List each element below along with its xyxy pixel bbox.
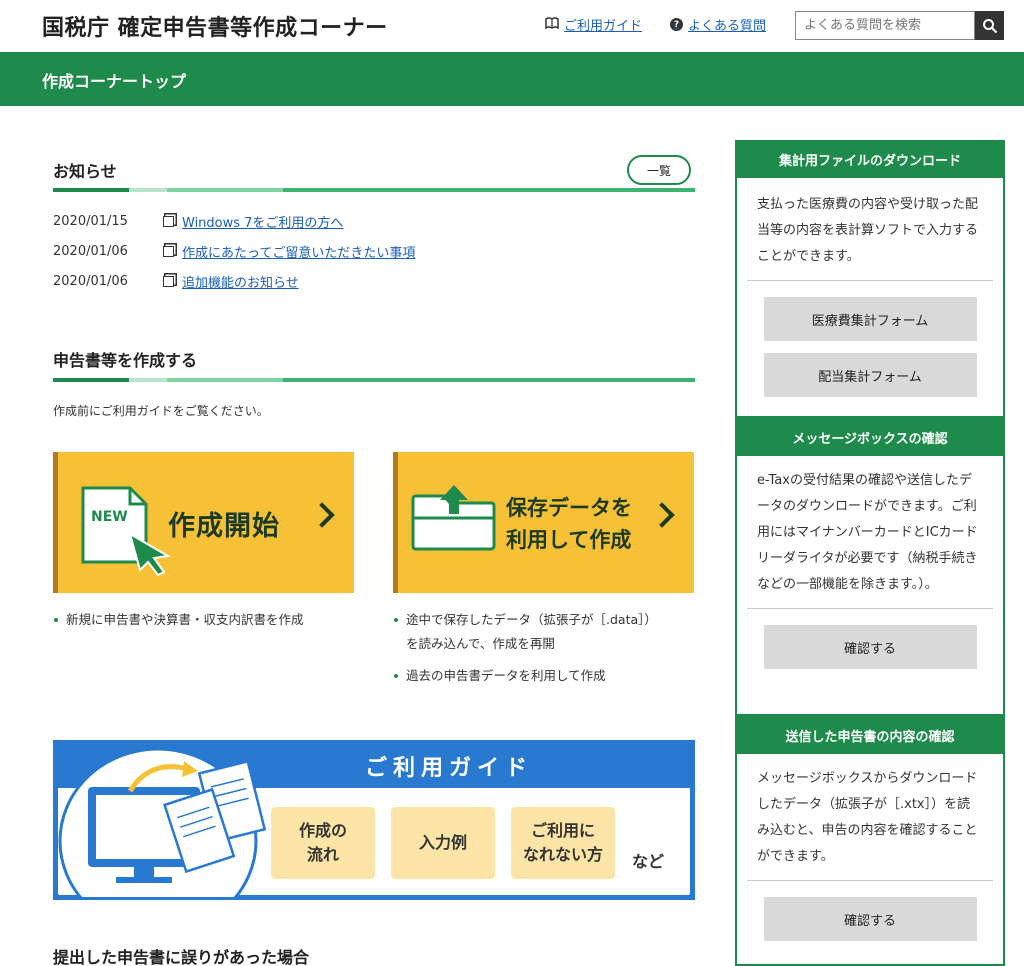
site-title: 国税庁 確定申告書等作成コーナー	[42, 16, 388, 41]
faq-link-label[interactable]: よくある質問	[688, 15, 766, 34]
saved-data-label-2: 利用して作成	[506, 528, 632, 552]
guide-tile-label: 作成の	[298, 821, 347, 840]
chevron-right-icon	[309, 502, 335, 528]
saved-bullet: 途中で保存したデータ（拡張子が［.data］）	[394, 608, 657, 632]
saved-bullet: 過去の申告書データを利用して作成	[394, 664, 606, 688]
guide-tile-flow[interactable]: 作成の 流れ	[271, 807, 375, 879]
news-link[interactable]: Windows 7をご利用の方へ	[182, 212, 343, 231]
sidebar-download-text: 支払った医療費の内容や受け取った配当等の内容を表計算ソフトで入力することができま…	[757, 197, 979, 264]
monitor-documents-icon	[58, 747, 267, 897]
section-rule	[53, 378, 695, 382]
sidebar-sent-title: 送信した申告書の内容の確認	[737, 716, 1003, 754]
create-title: 申告書等を作成する	[53, 351, 198, 370]
folder-upload-icon	[411, 485, 496, 551]
book-icon	[545, 17, 559, 32]
section-rule	[53, 188, 695, 192]
news-link[interactable]: 追加機能のお知らせ	[182, 272, 299, 291]
document-icon	[163, 246, 174, 257]
news-title: お知らせ	[53, 162, 117, 181]
create-intro: 作成前にご利用ガイドをご覧ください。	[53, 404, 269, 418]
guide-etc: など	[632, 852, 665, 871]
sidebar-sent-text: メッセージボックスからダウンロードしたデータ（拡張子が［.xtx］）を読み込むと…	[757, 771, 978, 864]
correction-title: 提出した申告書に誤りがあった場合	[53, 948, 310, 966]
medical-form-button[interactable]: 医療費集計フォーム	[763, 297, 977, 341]
new-badge: NEW	[91, 509, 128, 525]
site-header: 国税庁 確定申告書等作成コーナー ご利用ガイド ? よくある質問	[0, 0, 1024, 52]
sidebar-sent: 送信した申告書の内容の確認 メッセージボックスからダウンロードしたデータ（拡張子…	[735, 716, 1005, 966]
guide-tile-label: 流れ	[306, 845, 339, 864]
faq-link[interactable]: ? よくある質問	[670, 15, 766, 34]
sidebar-download-title: 集計用ファイルのダウンロード	[737, 140, 1003, 178]
news-date: 2020/01/06	[53, 274, 128, 289]
news-item: 2020/01/06 追加機能のお知らせ	[53, 272, 299, 291]
search-button[interactable]	[975, 11, 1004, 40]
guide-link-label[interactable]: ご利用ガイド	[564, 15, 642, 34]
breadcrumb-current: 作成コーナートップ	[42, 72, 187, 91]
guide-tile-example[interactable]: 入力例	[391, 807, 495, 879]
sidebar-messagebox-title: メッセージボックスの確認	[737, 418, 1003, 456]
document-icon	[163, 216, 174, 227]
messagebox-confirm-button[interactable]: 確認する	[763, 625, 977, 669]
new-document-icon: NEW	[81, 486, 172, 576]
news-list-button[interactable]: 一覧	[627, 155, 691, 185]
news-item: 2020/01/15 Windows 7をご利用の方へ	[53, 212, 343, 231]
breadcrumb-bar: 作成コーナートップ	[0, 52, 1024, 106]
sidebar-messagebox-text: e-Taxの受付結果の確認や送信したデータのダウンロードができます。ご利用にはマ…	[757, 473, 978, 592]
guide-tile-label: 入力例	[418, 833, 467, 852]
search-input[interactable]	[795, 11, 975, 40]
guide-tile-unfamiliar[interactable]: ご利用に なれない方	[511, 807, 615, 879]
news-date: 2020/01/15	[53, 214, 128, 229]
sent-confirm-button[interactable]: 確認する	[763, 897, 977, 941]
sidebar-download: 集計用ファイルのダウンロード 支払った医療費の内容や受け取った配当等の内容を表計…	[735, 140, 1005, 418]
saved-data-button[interactable]: 保存データを 利用して作成	[393, 452, 694, 593]
question-icon: ?	[670, 18, 683, 31]
saved-bullet-cont: を読み込んで、作成を再開	[406, 636, 555, 651]
start-bullet: 新規に申告書や決算書・収支内訳書を作成	[54, 608, 304, 632]
guide-tile-label: ご利用に	[530, 821, 595, 840]
news-date: 2020/01/06	[53, 244, 128, 259]
news-item: 2020/01/06 作成にあたってご留意いただきたい事項	[53, 242, 415, 261]
chevron-right-icon	[649, 502, 675, 528]
news-link[interactable]: 作成にあたってご留意いただきたい事項	[182, 242, 415, 261]
start-create-button[interactable]: NEW 作成開始	[53, 452, 354, 593]
dividend-form-button[interactable]: 配当集計フォーム	[763, 353, 977, 397]
document-icon	[163, 276, 174, 287]
guide-link[interactable]: ご利用ガイド	[545, 15, 642, 34]
guide-tile-label: なれない方	[522, 845, 603, 864]
start-create-label: 作成開始	[168, 511, 280, 542]
sidebar-messagebox: メッセージボックスの確認 e-Taxの受付結果の確認や送信したデータのダウンロー…	[735, 418, 1005, 716]
saved-data-label-1: 保存データを	[506, 496, 632, 520]
guide-banner[interactable]: ご利用ガイド 作成の 流れ 入力例 ご利用に なれない方	[53, 740, 695, 900]
search-icon	[982, 18, 997, 33]
